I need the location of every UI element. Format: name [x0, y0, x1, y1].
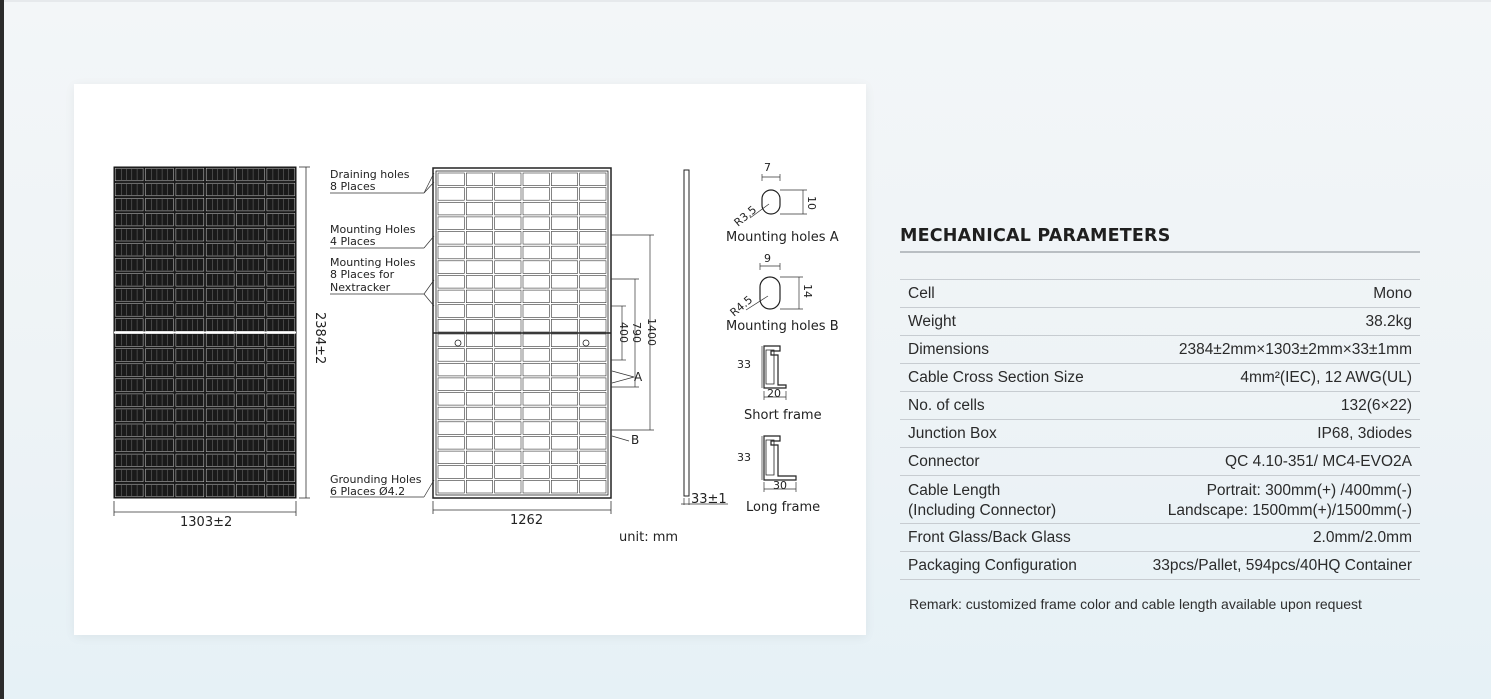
- height-dim-label: 2384±2: [312, 312, 327, 364]
- svg-text:4 Places: 4 Places: [330, 235, 376, 248]
- mounting-holes-b-detail: 9 14 R4.5 Mounting holes B: [726, 252, 839, 334]
- mount-b-caption: Mounting holes B: [726, 319, 839, 334]
- width-dim-label: 1303±2: [180, 515, 232, 530]
- svg-text:30: 30: [773, 479, 787, 492]
- window-left-edge: [0, 0, 4, 699]
- mechanical-drawing: 1303±2 2384±2 1262 400 790 1400 A B Drai…: [113, 161, 839, 545]
- svg-text:14: 14: [801, 284, 814, 298]
- param-row: Cell Mono: [900, 279, 1420, 308]
- param-row: Cable Length (Including Connector) Portr…: [900, 476, 1420, 524]
- param-row: Weight 38.2kg: [900, 308, 1420, 336]
- svg-text:10: 10: [805, 196, 818, 210]
- svg-text:6 Places Ø4.2: 6 Places Ø4.2: [330, 485, 405, 498]
- callout-a-label: A: [634, 370, 643, 384]
- svg-text:8 Places: 8 Places: [330, 180, 376, 193]
- svg-text:7: 7: [764, 161, 771, 174]
- unit-label: unit: mm: [619, 530, 678, 545]
- front-height-dimension: 2384±2: [299, 166, 327, 499]
- mounting-holes-b-callout: Mounting Holes 8 Places for Nextracker: [330, 256, 435, 307]
- inner-width-dim-label: 1262: [510, 513, 543, 528]
- back-vertical-dimensions: 400 790 1400 A B: [611, 234, 658, 447]
- svg-text:20: 20: [767, 387, 781, 400]
- front-width-dimension: 1303±2: [113, 501, 297, 530]
- svg-text:9: 9: [764, 252, 771, 265]
- dim-790-label: 790: [630, 322, 643, 343]
- panel-front-view: [113, 166, 297, 499]
- long-frame-detail: 33 30 Long frame: [737, 435, 820, 515]
- panel-side-view: 33±1: [681, 169, 728, 507]
- param-row: Dimensions 2384±2mm×1303±2mm×33±1mm: [900, 336, 1420, 364]
- svg-text:8 Places for: 8 Places for: [330, 268, 395, 281]
- dim-1400-label: 1400: [645, 318, 658, 346]
- panel-back-view: [432, 167, 612, 499]
- mount-a-caption: Mounting holes A: [726, 230, 839, 245]
- dim-400-label: 400: [617, 322, 630, 343]
- long-frame-caption: Long frame: [746, 500, 820, 515]
- param-row: Front Glass/Back Glass 2.0mm/2.0mm: [900, 524, 1420, 552]
- title-underline: [900, 251, 1420, 253]
- short-frame-detail: 33 20 Short frame: [737, 345, 822, 423]
- param-row: Packaging Configuration 33pcs/Pallet, 59…: [900, 552, 1420, 580]
- param-row: Cable Cross Section Size 4mm²(IEC), 12 A…: [900, 364, 1420, 392]
- param-row: No. of cells 132(6×22): [900, 392, 1420, 420]
- top-divider: [4, 0, 1491, 2]
- svg-text:33: 33: [737, 358, 751, 371]
- grounding-holes-callout: Grounding Holes 6 Places Ø4.2: [330, 473, 435, 498]
- svg-text:R4.5: R4.5: [728, 293, 756, 319]
- param-row: Junction Box IP68, 3diodes: [900, 420, 1420, 448]
- mounting-holes-a-detail: 7 10 R3.5 Mounting holes A: [726, 161, 839, 245]
- draining-holes-callout: Draining holes 8 Places: [330, 168, 435, 194]
- drawing-card: 1303±2 2384±2 1262 400 790 1400 A B Drai…: [74, 84, 866, 635]
- short-frame-caption: Short frame: [744, 408, 822, 423]
- param-row: Connector QC 4.10-351/ MC4-EVO2A: [900, 448, 1420, 476]
- params-title: MECHANICAL PARAMETERS: [900, 226, 1171, 246]
- back-width-dimension: 1262: [432, 501, 612, 528]
- svg-text:Nextracker: Nextracker: [330, 281, 391, 294]
- mechanical-parameters-table: MECHANICAL PARAMETERS Cell Mono Weight 3…: [900, 226, 1420, 580]
- svg-text:R3.5: R3.5: [732, 203, 760, 229]
- callout-b-label: B: [631, 433, 639, 447]
- remark-text: Remark: customized frame color and cable…: [909, 596, 1362, 612]
- svg-text:33: 33: [737, 451, 751, 464]
- thickness-dim-label: 33±1: [691, 492, 727, 507]
- mounting-holes-a-callout: Mounting Holes 4 Places: [330, 223, 435, 249]
